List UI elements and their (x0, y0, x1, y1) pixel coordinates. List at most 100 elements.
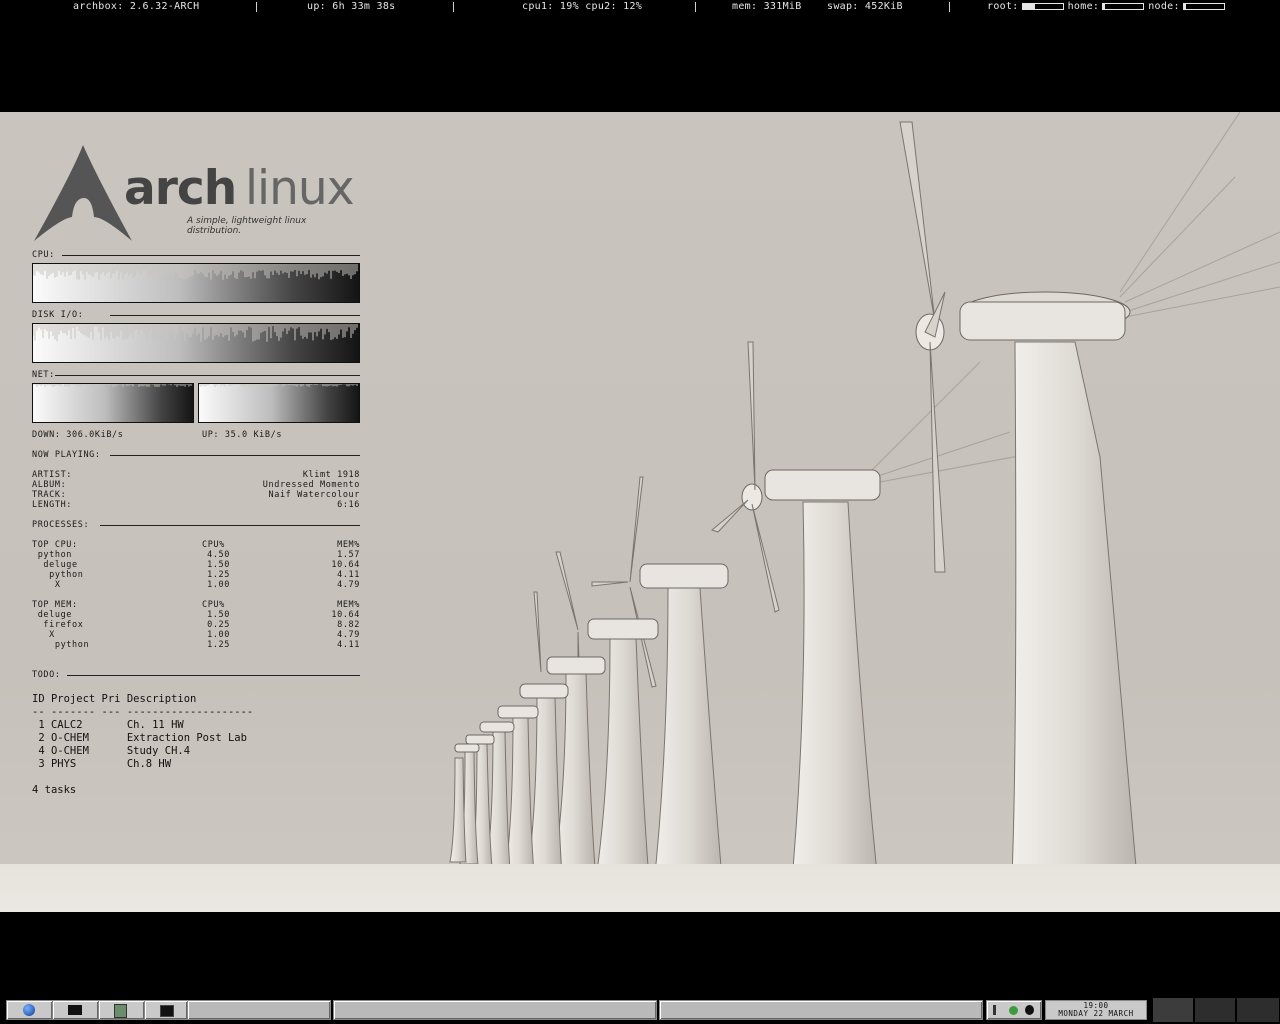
root-meter (1021, 2, 1064, 10)
net-section-header: NET: (32, 370, 360, 380)
workspace-2[interactable] (1194, 998, 1235, 1022)
process-mem: 4.11 (337, 570, 360, 580)
disk-io-graph (32, 323, 360, 363)
now-playing-header: NOW PLAYING: (32, 450, 360, 460)
system-tray (986, 1000, 1042, 1020)
top-mem-col-mem: MEM% (337, 600, 360, 610)
separator (949, 2, 950, 12)
workspace-1[interactable] (1152, 998, 1193, 1022)
node-meter (1182, 2, 1225, 10)
separator (695, 2, 696, 12)
arch-triangle-icon (34, 145, 132, 241)
network-icon[interactable] (1009, 1006, 1018, 1015)
top-cpu-col-cpu: CPU% (202, 540, 225, 550)
files-icon (114, 1004, 127, 1018)
divider (100, 525, 360, 526)
swap-usage: swap: 452KiB (827, 1, 903, 12)
workspace-3[interactable] (1236, 998, 1279, 1022)
cpu-graph (32, 263, 360, 303)
launcher-folder-button[interactable] (52, 1000, 99, 1020)
process-mem: 1.57 (337, 550, 360, 560)
todo-table-header: ID Project Pri Description (32, 693, 197, 705)
logo-word-arch: arch (124, 161, 237, 216)
home-meter (1102, 2, 1145, 10)
divider (62, 255, 360, 256)
divider (110, 455, 360, 456)
disk-io-graph-bars (33, 324, 358, 342)
process-mem: 4.79 (337, 630, 360, 640)
net-down-graph (32, 383, 194, 423)
arch-linux-logo: arch linux A simple, lightweight linux d… (32, 143, 362, 243)
process-name: deluge (32, 560, 78, 570)
taskbar-window-slot[interactable] (659, 1000, 983, 1020)
uptime: up: 6h 33m 38s (307, 1, 396, 12)
now-playing-label: NOW PLAYING: (32, 450, 101, 460)
launcher-files-button[interactable] (98, 1000, 145, 1020)
process-name: X (32, 580, 61, 590)
separator (453, 2, 454, 12)
hostname-kernel: archbox: 2.6.32-ARCH (73, 1, 200, 12)
folder-icon (68, 1005, 82, 1015)
album-value: Undressed Momento (262, 480, 360, 490)
top-cpu-title: TOP CPU: (32, 540, 78, 550)
process-name: python (32, 570, 84, 580)
launcher-terminal-button[interactable] (144, 1000, 188, 1020)
processes-header: PROCESSES: (32, 520, 360, 530)
todo-row: 2 O-CHEM Extraction Post Lab (32, 732, 247, 744)
ground-plane (0, 864, 1280, 912)
launcher-browser-button[interactable] (6, 1000, 53, 1020)
todo-table-separator: -- ------- --- -------------------- (32, 706, 254, 718)
process-cpu: 4.50 (207, 550, 230, 560)
process-cpu: 1.25 (207, 570, 230, 580)
node-label: node: (1148, 1, 1180, 12)
volume-icon[interactable] (993, 1005, 996, 1015)
divider (67, 675, 360, 676)
clock-date: MONDAY 22 MARCH (1058, 1009, 1134, 1018)
top-mem-col-cpu: CPU% (202, 600, 225, 610)
disk-io-label: DISK I/O: (32, 310, 84, 320)
separator (256, 2, 257, 12)
process-mem: 8.82 (337, 620, 360, 630)
home-label: home: (1067, 1, 1100, 12)
net-down-graph-bars (33, 384, 192, 387)
top-status-bar: archbox: 2.6.32-ARCH up: 6h 33m 38s cpu1… (0, 0, 1280, 14)
disk-section-header: DISK I/O: (32, 310, 360, 320)
cpu-usage: cpu1: 19% cpu2: 12% (522, 1, 643, 12)
root-meter-fill (1022, 3, 1035, 9)
todo-row: 1 CALC2 Ch. 11 HW (32, 719, 184, 731)
clock[interactable]: 19:00 MONDAY 22 MARCH (1045, 1000, 1147, 1020)
process-cpu: 1.00 (207, 580, 230, 590)
terminal-icon (160, 1005, 174, 1017)
album-label: ALBUM: (32, 480, 67, 490)
process-cpu: 1.50 (207, 560, 230, 570)
home-meter-fill (1103, 3, 1106, 9)
todo-count: 4 tasks (32, 784, 77, 796)
top-cpu-col-mem: MEM% (337, 540, 360, 550)
process-name: python (32, 640, 90, 650)
process-mem: 10.64 (331, 560, 360, 570)
process-mem: 4.11 (337, 640, 360, 650)
artist-value: Klimt 1918 (302, 470, 360, 480)
cpu-graph-bars (33, 264, 358, 280)
todo-row: 4 O-CHEM Study CH.4 (32, 745, 191, 757)
disk-meters: root: home: node: (987, 0, 1229, 14)
cpu-label: CPU: (32, 250, 55, 260)
drop-icon[interactable] (1025, 1005, 1034, 1015)
divider (55, 375, 360, 376)
todo-header: TODO: (32, 670, 360, 680)
process-cpu: 1.50 (207, 610, 230, 620)
taskbar-window-slot[interactable] (333, 1000, 657, 1020)
process-name: python (32, 550, 73, 560)
length-value: 6:16 (337, 500, 360, 510)
taskbar-empty-slot[interactable] (187, 1000, 331, 1020)
net-up-rate: UP: 35.0 KiB/s (202, 430, 283, 440)
process-cpu: 1.00 (207, 630, 230, 640)
process-cpu: 0.25 (207, 620, 230, 630)
globe-icon (23, 1004, 35, 1016)
net-up-graph-bars (199, 384, 358, 387)
cpu-section-header: CPU: (32, 250, 360, 260)
logo-word-linux: linux (245, 161, 355, 216)
length-label: LENGTH: (32, 500, 73, 510)
process-name: X (32, 630, 55, 640)
todo-row: 3 PHYS Ch.8 HW (32, 758, 172, 770)
